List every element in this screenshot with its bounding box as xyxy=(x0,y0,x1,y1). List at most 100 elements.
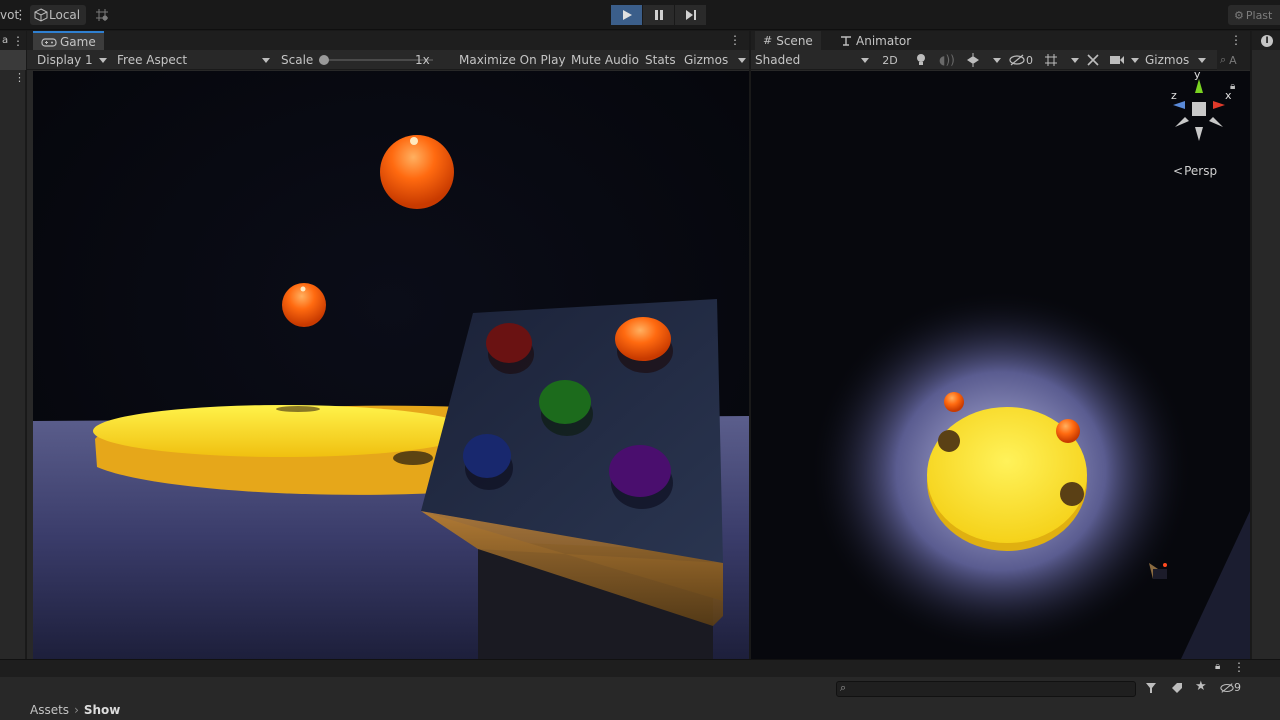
chevron-down-icon xyxy=(738,57,747,63)
plastic-scm-button[interactable]: ⚙ Plast xyxy=(1228,5,1280,25)
gamepad-icon xyxy=(41,37,57,47)
aspect-dropdown[interactable]: Free Aspect xyxy=(117,50,270,70)
grid-snap-icon[interactable] xyxy=(94,5,110,25)
persp-label: Persp xyxy=(1184,164,1218,178)
search-icon: ⌕ xyxy=(1220,53,1227,66)
kebab-menu-icon[interactable]: ⋮ xyxy=(1233,660,1245,674)
breadcrumb-show[interactable]: Show xyxy=(84,703,121,717)
tab-game[interactable]: Game xyxy=(33,31,104,50)
kebab-menu-icon[interactable]: ⋮ xyxy=(14,5,27,25)
tools-icon[interactable] xyxy=(1085,50,1101,70)
display-dropdown[interactable]: Display 1 xyxy=(37,50,107,70)
project-panel: 🔒︎ ⋮ ⌕ ★ 9 Assets › Show xyxy=(0,659,1280,720)
chevron-down-icon xyxy=(98,57,107,63)
inspector-tab[interactable]: I xyxy=(1252,31,1280,50)
kebab-menu-icon[interactable]: ⋮ xyxy=(12,34,24,48)
shading-dropdown[interactable]: Shaded xyxy=(755,50,869,70)
game-controls-bar: Display 1 Free Aspect Scale 1x Maximize … xyxy=(27,50,749,70)
panel-tab-icon[interactable]: a xyxy=(2,35,8,46)
pause-button[interactable] xyxy=(643,5,674,25)
game-viewport[interactable] xyxy=(33,71,749,659)
scale-label: Scale xyxy=(281,53,314,67)
chevron-right-icon: › xyxy=(74,703,79,717)
breadcrumb: Assets › Show xyxy=(30,701,120,719)
chevron-down-icon[interactable] xyxy=(1131,57,1139,63)
eye-slash-icon xyxy=(1009,54,1025,66)
axis-z-label: z xyxy=(1171,89,1177,102)
scene-tabbar: # Scene Animator ⋮ xyxy=(751,31,1250,50)
tab-scene-label: Scene xyxy=(776,33,813,48)
play-button[interactable] xyxy=(611,5,642,25)
kebab-menu-icon[interactable]: ⋮ xyxy=(729,33,741,47)
play-icon xyxy=(622,10,632,20)
chevron-down-icon xyxy=(262,58,270,63)
effects-icon[interactable] xyxy=(965,50,981,70)
chevron-down-icon xyxy=(861,58,869,63)
aspect-label: Free Aspect xyxy=(117,53,188,67)
orange-ball xyxy=(1056,419,1080,443)
slider-handle[interactable] xyxy=(319,55,329,65)
hidden-packages-count: 9 xyxy=(1234,681,1241,694)
unity-editor: vot ⋮ Local ⚙ Plast a ⋮ ⋮ Game ⋮ Display… xyxy=(0,0,1280,720)
grid-icon[interactable] xyxy=(1043,50,1059,70)
orientation-gizmo[interactable]: y x z xyxy=(1165,68,1235,157)
maximize-on-play-toggle[interactable]: Maximize On Play xyxy=(459,50,566,70)
main-toolbar: vot ⋮ Local ⚙ Plast xyxy=(0,0,1280,30)
breadcrumb-assets[interactable]: Assets xyxy=(30,703,69,717)
2d-toggle[interactable]: 2D xyxy=(875,50,905,70)
step-icon xyxy=(685,10,696,20)
pause-icon xyxy=(654,10,663,20)
lock-icon[interactable]: 🔒︎ xyxy=(1230,81,1235,92)
filter-by-label-icon[interactable] xyxy=(1170,681,1184,698)
filter-by-type-icon[interactable] xyxy=(1144,681,1158,698)
lighting-icon[interactable] xyxy=(913,50,929,70)
tab-animator[interactable]: Animator xyxy=(831,31,919,50)
scene-viewport[interactable] xyxy=(751,71,1250,659)
scene-visibility-toggle[interactable]: 0 xyxy=(1009,50,1033,70)
kebab-menu-icon[interactable]: ⋮ xyxy=(1230,33,1242,47)
project-search-input[interactable]: ⌕ xyxy=(836,681,1136,697)
animator-icon xyxy=(841,35,851,46)
local-label: Local xyxy=(49,8,81,22)
project-tabbar: 🔒︎ ⋮ xyxy=(0,660,1280,677)
scene-controls-bar: Shaded 2D ◖)) 0 Gizmos ⌕ A xyxy=(751,50,1250,70)
search-icon: ⌕ xyxy=(840,681,847,694)
display-label: Display 1 xyxy=(37,53,93,67)
plastic-label: Plast xyxy=(1245,8,1273,22)
scene-gizmos-toggle[interactable]: Gizmos xyxy=(1145,50,1207,70)
camera-icon[interactable] xyxy=(1109,50,1125,70)
cube-icon xyxy=(34,8,48,22)
tab-scene[interactable]: # Scene xyxy=(755,31,821,50)
step-button[interactable] xyxy=(675,5,706,25)
projection-toggle[interactable]: < Persp xyxy=(1173,164,1217,178)
audio-icon[interactable]: ◖)) xyxy=(939,50,955,70)
axis-y-label: y xyxy=(1194,68,1201,81)
lock-icon[interactable]: 🔒︎ xyxy=(1215,661,1220,672)
hierarchy-search[interactable] xyxy=(0,50,26,70)
orange-ball xyxy=(944,392,964,412)
scene-search-input[interactable]: ⌕ A xyxy=(1217,50,1250,70)
axis-gizmo-icon xyxy=(1173,79,1225,141)
hierarchy-collapsed-panel: a ⋮ ⋮ xyxy=(0,31,26,659)
mute-audio-toggle[interactable]: Mute Audio xyxy=(571,50,639,70)
chevron-down-icon xyxy=(1198,57,1207,63)
kebab-menu-icon[interactable]: ⋮ xyxy=(14,71,25,84)
gizmos-label: Gizmos xyxy=(684,53,729,67)
playmode-controls xyxy=(611,5,707,25)
gizmos-toggle[interactable]: Gizmos xyxy=(684,50,747,70)
eye-slash-icon xyxy=(1220,682,1234,693)
tab-animator-label: Animator xyxy=(856,33,912,48)
chevron-down-icon[interactable] xyxy=(1071,57,1079,63)
hash-grid-icon: # xyxy=(763,34,773,47)
stats-toggle[interactable]: Stats xyxy=(645,50,676,70)
hidden-packages-toggle[interactable]: 9 xyxy=(1220,681,1241,694)
scene-gizmos-label: Gizmos xyxy=(1145,53,1190,67)
local-global-toggle[interactable]: Local xyxy=(30,5,86,25)
favorite-star-icon[interactable]: ★ xyxy=(1195,679,1207,694)
shading-label: Shaded xyxy=(755,53,801,67)
info-icon: I xyxy=(1261,34,1273,47)
chevron-down-icon[interactable] xyxy=(993,57,1001,63)
game-tabbar: Game ⋮ xyxy=(27,31,749,50)
hidden-count: 0 xyxy=(1026,53,1033,67)
tab-game-label: Game xyxy=(60,34,96,49)
